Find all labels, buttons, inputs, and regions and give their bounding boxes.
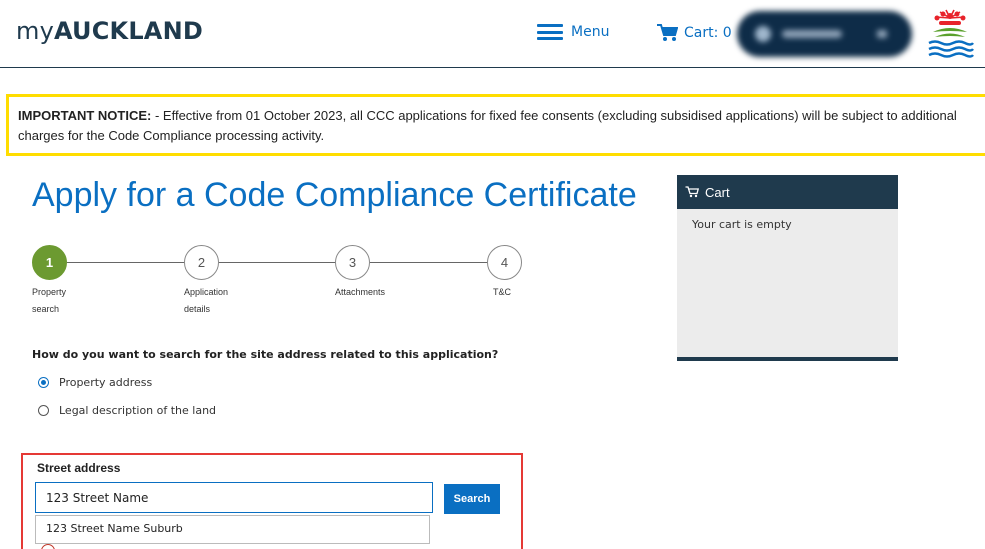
radio-property-address[interactable]: Property address xyxy=(38,376,152,389)
logo-bold: AUCKLAND xyxy=(53,17,203,45)
menu-button[interactable]: Menu xyxy=(537,24,609,40)
step-2-label: Application details xyxy=(184,284,228,318)
cart-icon xyxy=(657,24,678,41)
search-method-question: How do you want to search for the site a… xyxy=(32,348,499,361)
important-notice-banner: IMPORTANT NOTICE: - Effective from 01 Oc… xyxy=(6,94,985,156)
pohutukawa-emblem-icon xyxy=(928,9,974,58)
cart-count-label: Cart: 0 xyxy=(684,25,732,41)
hamburger-icon xyxy=(537,24,563,40)
page-title: Apply for a Code Compliance Certificate xyxy=(32,176,637,214)
radio-legal-description[interactable]: Legal description of the land xyxy=(38,404,216,417)
progress-stepper: 1 2 3 4 Property search Application deta… xyxy=(32,245,522,315)
street-address-section: Street address Search 123 Street Name Su… xyxy=(21,453,523,549)
radio-label: Legal description of the land xyxy=(59,404,217,417)
step-connector xyxy=(370,262,487,263)
step-1-circle: 1 xyxy=(32,245,67,280)
step-connector xyxy=(219,262,335,263)
step-3-label: Attachments xyxy=(335,284,385,301)
user-account-button[interactable] xyxy=(737,11,912,57)
header-cart-button[interactable]: Cart: 0 xyxy=(656,24,732,42)
step-label-line: Attachments xyxy=(335,287,386,297)
step-label-line: Property xyxy=(32,287,67,297)
cart-icon xyxy=(685,186,699,198)
step-2-circle: 2 xyxy=(184,245,219,280)
chevron-down-icon xyxy=(877,30,887,38)
info-icon xyxy=(41,544,55,549)
cart-panel-header: Cart xyxy=(677,175,898,209)
cart-empty-message: Your cart is empty xyxy=(692,218,792,231)
radio-button[interactable] xyxy=(38,405,49,416)
cart-panel-title: Cart xyxy=(705,184,730,200)
address-suggestion-item[interactable]: 123 Street Name Suburb xyxy=(35,515,430,544)
notice-label: IMPORTANT NOTICE: xyxy=(18,108,152,123)
step-label-line: T&C xyxy=(493,287,511,297)
myauckland-logo[interactable]: myAUCKLAND xyxy=(16,17,203,45)
notice-text: - Effective from 01 October 2023, all CC… xyxy=(18,108,957,143)
step-4-label: T&C xyxy=(493,284,511,301)
street-address-label: Street address xyxy=(37,461,121,475)
avatar xyxy=(755,26,771,42)
step-4-circle: 4 xyxy=(487,245,522,280)
menu-label: Menu xyxy=(571,24,610,40)
cart-panel: Cart Your cart is empty xyxy=(677,175,898,361)
step-label-line: search xyxy=(32,304,60,314)
search-button[interactable]: Search xyxy=(444,484,500,514)
step-1-label: Property search xyxy=(32,284,66,318)
street-address-input[interactable] xyxy=(35,482,433,513)
radio-button-checked[interactable] xyxy=(38,377,49,388)
step-3-circle: 3 xyxy=(335,245,370,280)
step-connector xyxy=(67,262,184,263)
logo-prefix: my xyxy=(16,17,54,45)
radio-label: Property address xyxy=(59,376,153,389)
site-header: myAUCKLAND Menu Cart: 0 xyxy=(0,0,985,68)
user-name-redacted xyxy=(782,30,842,38)
step-label-line: details xyxy=(184,304,211,314)
step-label-line: Application xyxy=(184,287,229,297)
